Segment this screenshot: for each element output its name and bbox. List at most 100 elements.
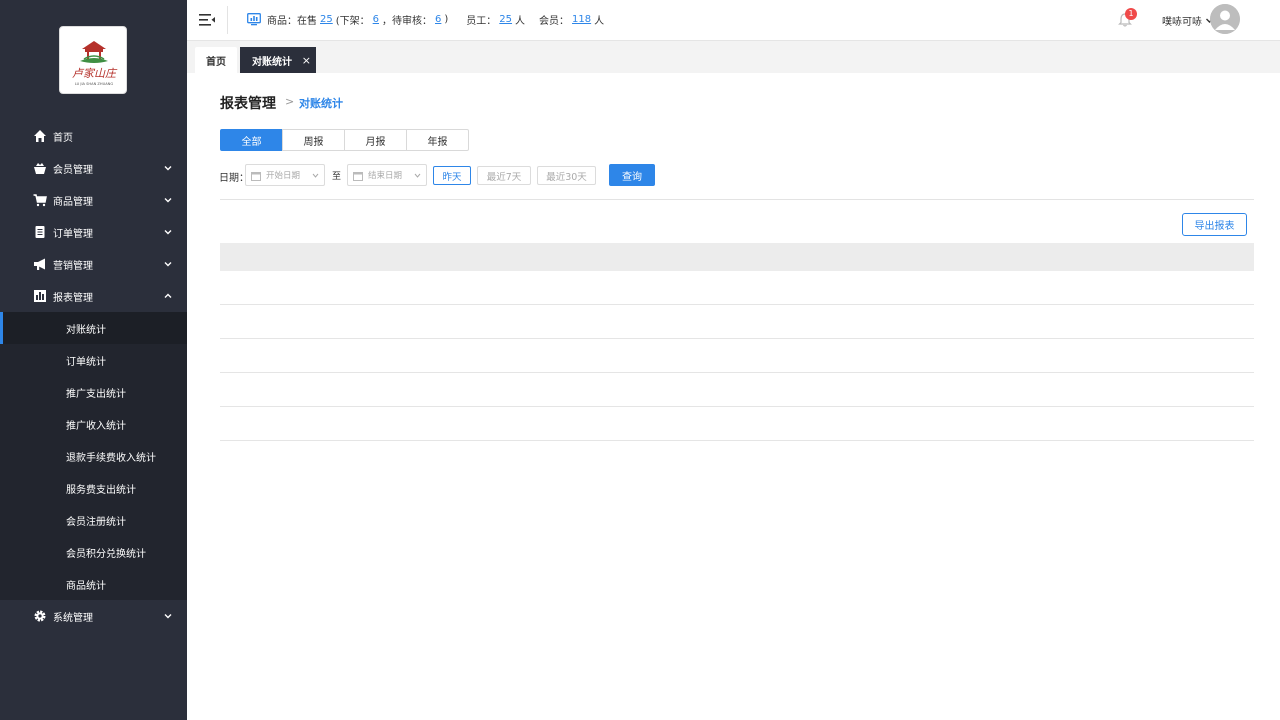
tab-home[interactable]: 首页 <box>195 47 237 73</box>
megaphone-icon <box>33 257 47 271</box>
menu-item-system[interactable]: 系统管理 <box>0 600 187 632</box>
member-count[interactable]: 118 <box>572 14 591 25</box>
period-weekly-button[interactable]: 周报 <box>282 129 345 151</box>
period-monthly-button[interactable]: 月报 <box>344 129 407 151</box>
top-bar: 商品：在售 25 (下架： 6 ，待审核： 6 ) 员工： 25 人 会员： 1… <box>187 0 1280 41</box>
submenu-item-promo-income[interactable]: 推广收入统计 <box>0 408 187 440</box>
chevron-up-icon <box>164 293 172 298</box>
submenu-label: 订单统计 <box>66 356 106 368</box>
export-report-button[interactable]: 导出报表 <box>1182 213 1247 236</box>
submenu-item-member-register[interactable]: 会员注册统计 <box>0 504 187 536</box>
menu-label: 系统管理 <box>53 612 93 624</box>
submenu-item-goods[interactable]: 商品统计 <box>0 568 187 600</box>
logo[interactable]: 卢家山庄 LU JIA SHAN ZHUANG <box>59 26 127 94</box>
submenu-label: 退款手续费收入统计 <box>66 452 156 464</box>
submenu-label: 会员注册统计 <box>66 516 126 528</box>
submenu-label: 会员积分兑换统计 <box>66 548 146 560</box>
header-stats: 商品：在售 25 (下架： 6 ，待审核： 6 ) 员工： 25 人 会员： 1… <box>247 12 604 27</box>
menu-label: 首页 <box>53 132 73 144</box>
submenu-item-points-exchange[interactable]: 会员积分兑换统计 <box>0 536 187 568</box>
user-menu[interactable]: 噗哧可哧 <box>1162 13 1214 28</box>
member-label: 会员： <box>539 16 570 27</box>
menu-item-reports[interactable]: 报表管理 <box>0 280 187 312</box>
goods-on-sale-count[interactable]: 25 <box>320 14 333 25</box>
menu-item-members[interactable]: 会员管理 <box>0 152 187 184</box>
pending-count[interactable]: 6 <box>435 14 441 25</box>
end-date-field[interactable]: 结束日期 <box>347 164 427 186</box>
avatar[interactable] <box>1210 4 1240 34</box>
calendar-icon <box>251 172 261 181</box>
menu-item-goods[interactable]: 商品管理 <box>0 184 187 216</box>
username-label: 噗哧可哧 <box>1162 17 1202 28</box>
period-selector: 全部 周报 月报 年报 <box>220 129 469 151</box>
user-avatar-icon <box>1210 4 1240 34</box>
menu-label: 营销管理 <box>53 260 93 272</box>
to-label: 至 <box>332 172 342 182</box>
submenu-item-refund-fee[interactable]: 退款手续费收入统计 <box>0 440 187 472</box>
submenu-item-service-fee[interactable]: 服务费支出统计 <box>0 472 187 504</box>
pending-label: ，待审核： <box>382 16 433 27</box>
submenu-label: 服务费支出统计 <box>66 484 136 496</box>
tab-label: 首页 <box>206 56 226 68</box>
menu-item-orders[interactable]: 订单管理 <box>0 216 187 248</box>
submenu-item-orders[interactable]: 订单统计 <box>0 344 187 376</box>
table-row <box>220 407 1254 441</box>
list-doc-icon <box>33 225 47 239</box>
end-date-placeholder: 结束日期 <box>368 171 403 181</box>
submenu-label: 对账统计 <box>66 324 106 336</box>
table-header <box>220 243 1254 271</box>
logo-calligraphy: 卢家山庄 <box>72 67 118 80</box>
submenu-label: 推广收入统计 <box>66 420 126 432</box>
main-menu: 首页 会员管理 商品管理 订单管理 营销管理 报表管理 对账统计 订单统计 推广… <box>0 120 187 632</box>
chevron-down-icon <box>164 230 172 235</box>
submenu-item-promo-expense[interactable]: 推广支出统计 <box>0 376 187 408</box>
close-paren: ) <box>444 14 449 25</box>
menu-label: 订单管理 <box>53 228 93 240</box>
date-filter-row: 日期： 开始日期 至 结束日期 昨天 最近7天 最近30天 查询 <box>219 164 919 186</box>
table-row <box>220 339 1254 373</box>
chevron-down-icon <box>164 262 172 267</box>
main-content: 报表管理 > 对账统计 全部 周报 月报 年报 日期： 开始日期 至 结束日期 … <box>187 73 1280 720</box>
submenu-item-reconciliation[interactable]: 对账统计 <box>0 312 187 344</box>
crown-basket-icon <box>33 161 47 175</box>
chevron-down-icon <box>312 173 319 178</box>
close-icon[interactable]: × <box>302 54 311 67</box>
notification-badge: 1 <box>1125 8 1137 20</box>
menu-item-marketing[interactable]: 营销管理 <box>0 248 187 280</box>
bar-chart-icon <box>33 289 47 303</box>
menu-toggle-icon[interactable] <box>199 13 215 27</box>
menu-item-home[interactable]: 首页 <box>0 120 187 152</box>
gear-icon <box>33 609 47 623</box>
menu-label: 报表管理 <box>53 292 93 304</box>
chevron-down-icon <box>164 614 172 619</box>
reports-submenu: 对账统计 订单统计 推广支出统计 推广收入统计 退款手续费收入统计 服务费支出统… <box>0 312 187 600</box>
member-unit: 人 <box>594 16 605 27</box>
chevron-down-icon <box>164 166 172 171</box>
query-button[interactable]: 查询 <box>609 164 655 186</box>
staff-label: 员工： <box>466 16 497 27</box>
quick-yesterday-button[interactable]: 昨天 <box>433 166 471 185</box>
period-yearly-button[interactable]: 年报 <box>406 129 469 151</box>
off-shelf-count[interactable]: 6 <box>373 14 379 25</box>
quick-last7-button[interactable]: 最近7天 <box>477 166 531 185</box>
logo-subtitle: LU JIA SHAN ZHUANG <box>75 82 114 86</box>
tab-reconciliation[interactable]: 对账统计 × <box>240 47 316 73</box>
tab-bar: 首页 对账统计 × <box>187 41 1280 73</box>
start-date-placeholder: 开始日期 <box>266 171 301 181</box>
menu-label: 商品管理 <box>53 196 93 208</box>
period-all-button[interactable]: 全部 <box>220 129 283 151</box>
table-row <box>220 305 1254 339</box>
staff-unit: 人 <box>515 16 526 27</box>
goods-label: 商品：在售 <box>267 16 317 27</box>
divider <box>220 199 1254 200</box>
submenu-label: 推广支出统计 <box>66 388 126 400</box>
home-icon <box>33 129 47 143</box>
staff-count[interactable]: 25 <box>499 14 512 25</box>
start-date-field[interactable]: 开始日期 <box>245 164 325 186</box>
cart-icon <box>33 193 47 207</box>
breadcrumb-current[interactable]: 对账统计 <box>299 95 343 111</box>
quick-last30-button[interactable]: 最近30天 <box>537 166 596 185</box>
sidebar: 卢家山庄 LU JIA SHAN ZHUANG 首页 会员管理 商品管理 订单管… <box>0 0 187 720</box>
header-divider <box>227 6 228 34</box>
calendar-icon <box>353 172 363 181</box>
